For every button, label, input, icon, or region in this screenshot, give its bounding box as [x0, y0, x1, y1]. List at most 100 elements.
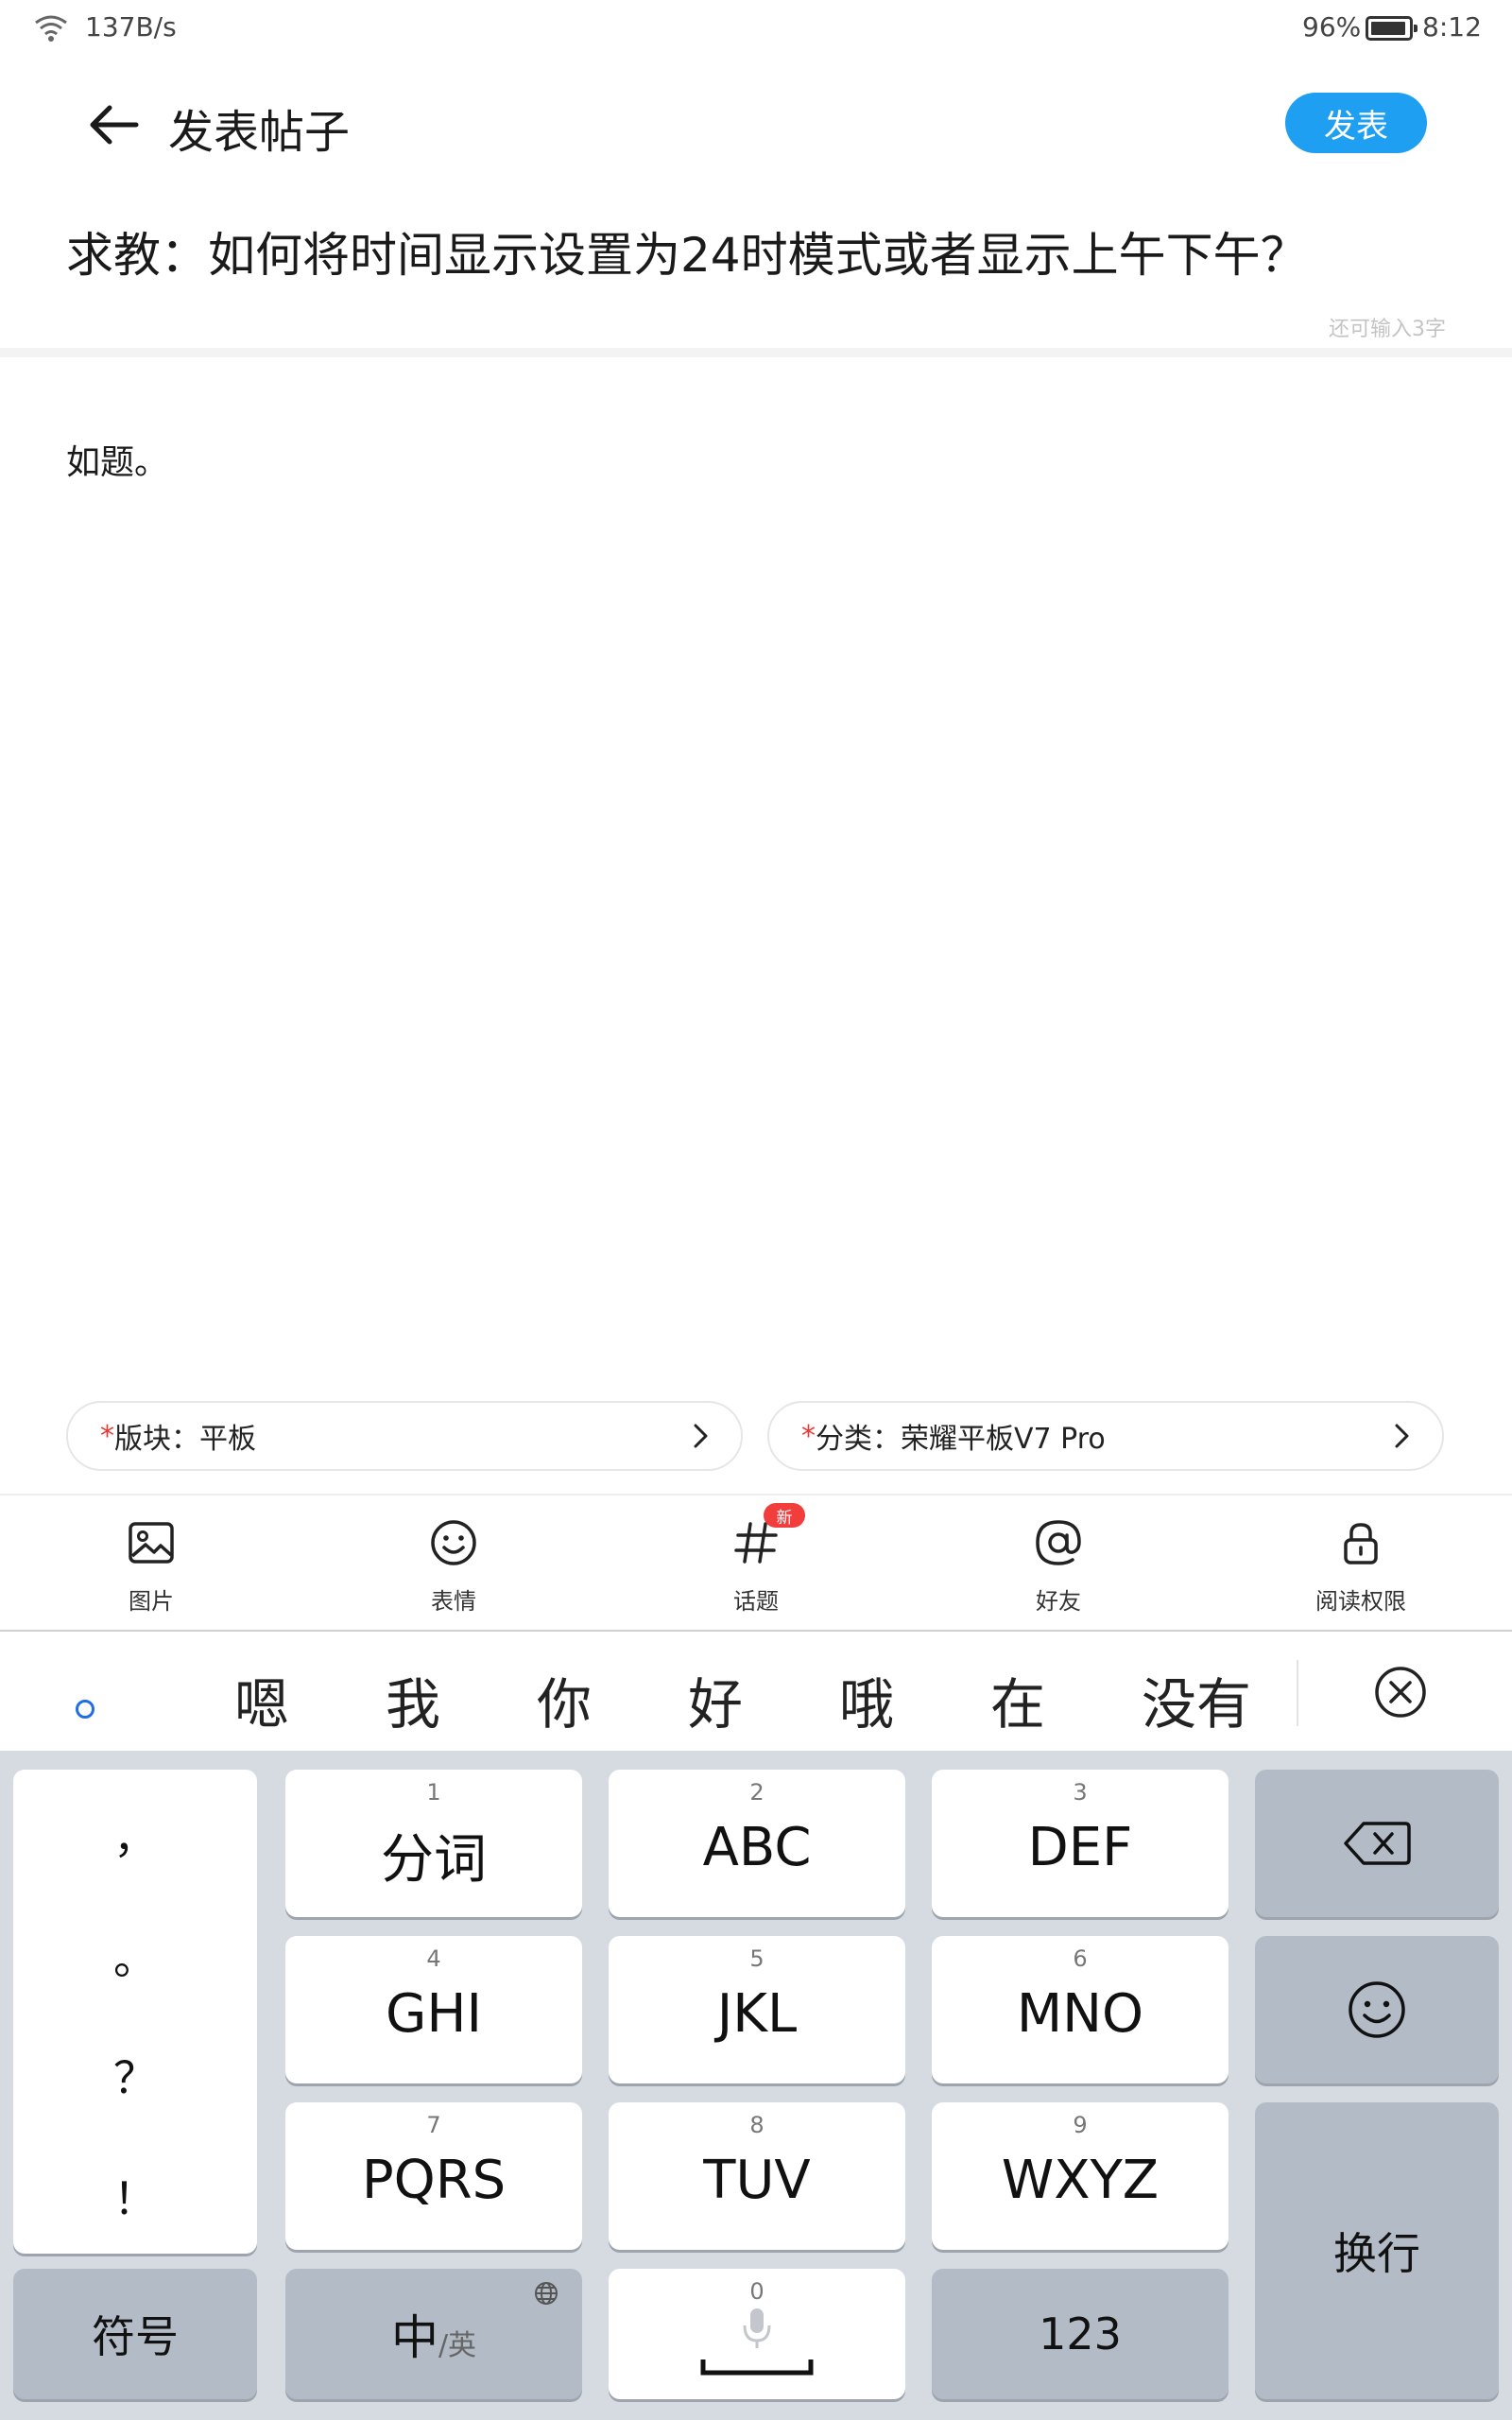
key-number: 7 — [426, 2112, 441, 2138]
post-body-input[interactable]: 如题。 — [66, 435, 168, 484]
back-button[interactable] — [76, 87, 151, 163]
punctuation-question-key[interactable]: ？ — [13, 2044, 257, 2106]
number-mode-label: 123 — [1039, 2308, 1122, 2360]
board-selector[interactable]: * 版块：平板 — [66, 1401, 743, 1471]
lock-icon — [1344, 1523, 1378, 1564]
candidate-word[interactable]: 没有 — [1142, 1660, 1251, 1739]
candidate-word[interactable]: 嗯 — [234, 1660, 289, 1739]
smiley-icon — [431, 1520, 476, 1565]
key-number: 8 — [749, 2112, 765, 2138]
key-label: GHI — [385, 1983, 483, 2045]
key-number: 3 — [1073, 1779, 1088, 1806]
key-number: 0 — [749, 2278, 765, 2305]
symbol-key[interactable]: 符号 — [13, 2269, 257, 2399]
space-key[interactable]: 0 — [609, 2269, 905, 2399]
microphone-icon — [743, 2308, 771, 2348]
key-7[interactable]: 7 PQRS — [285, 2102, 582, 2250]
toolbar-label: 好友 — [1036, 1588, 1081, 1615]
post-title-input[interactable]: 求教：如何将时间显示设置为24时模式或者显示上午下午？ — [66, 217, 1308, 285]
key-label: WXYZ — [1001, 2150, 1160, 2211]
key-label: JKL — [716, 1983, 798, 2045]
key-1[interactable]: 1 分词 — [285, 1770, 582, 1917]
ime-dot-icon[interactable] — [76, 1700, 94, 1719]
wifi-icon — [35, 15, 67, 42]
required-marker: * — [100, 1419, 114, 1453]
board-selector-label: 版块：平板 — [114, 1423, 256, 1456]
candidate-word[interactable]: 哦 — [839, 1660, 894, 1739]
candidate-word[interactable]: 在 — [990, 1660, 1045, 1739]
enter-key[interactable]: 换行 — [1255, 2102, 1499, 2399]
key-3[interactable]: 3 DEF — [932, 1770, 1228, 1917]
key-label: ABC — [702, 1817, 812, 1878]
key-label: DEF — [1027, 1817, 1133, 1878]
toolbar-image-button[interactable]: 图片 — [76, 1495, 227, 1630]
smiley-icon — [1349, 1981, 1405, 2038]
lang-main-label: 中 — [390, 2310, 438, 2365]
key-8[interactable]: 8 TUV — [609, 2102, 905, 2250]
key-number: 5 — [749, 1945, 765, 1972]
language-switch-key[interactable]: 中 /英 — [285, 2269, 582, 2399]
key-label: PQRS — [361, 2150, 507, 2211]
category-selector[interactable]: * 分类：荣耀平板V7 Pro — [767, 1401, 1444, 1471]
toolbar-label: 表情 — [431, 1588, 476, 1615]
char-remaining-count: 还可输入3字 — [1329, 318, 1446, 341]
key-5[interactable]: 5 JKL — [609, 1936, 905, 2083]
enter-key-label: 换行 — [1333, 2228, 1420, 2279]
battery-icon — [1366, 16, 1418, 41]
punctuation-comma-key[interactable]: ， — [13, 1804, 257, 1866]
space-bar-icon — [700, 2360, 814, 2376]
key-9[interactable]: 9 WXYZ — [932, 2102, 1228, 2250]
lang-alt-label: /英 — [438, 2329, 477, 2362]
symbol-key-label: 符号 — [92, 2311, 179, 2362]
key-number: 2 — [749, 1779, 765, 1806]
close-candidates-icon[interactable] — [1372, 1664, 1429, 1720]
toolbar-read-permission-button[interactable]: 阅读权限 — [1285, 1495, 1436, 1630]
toolbar-label: 阅读权限 — [1315, 1588, 1406, 1615]
keyboard: ， 。 ？ ！ 1 分词 2 ABC 3 DEF 4 GHI 5 JKL 6 M… — [0, 1751, 1512, 2420]
key-label: 分词 — [381, 1829, 487, 1891]
candidate-word[interactable]: 我 — [386, 1660, 440, 1739]
backspace-key[interactable] — [1255, 1770, 1499, 1917]
key-number: 6 — [1073, 1945, 1088, 1972]
candidate-word[interactable]: 你 — [537, 1660, 592, 1739]
key-4[interactable]: 4 GHI — [285, 1936, 582, 2083]
clock: 8:12 — [1422, 11, 1482, 43]
key-number: 9 — [1073, 2112, 1088, 2138]
ime-candidate-bar: 嗯 我 你 好 哦 在 没有 — [0, 1632, 1512, 1751]
category-selector-label: 分类：荣耀平板V7 Pro — [816, 1423, 1106, 1456]
toolbar-emoji-button[interactable]: 表情 — [378, 1495, 529, 1630]
number-mode-key[interactable]: 123 — [932, 2269, 1228, 2399]
key-number: 4 — [426, 1945, 441, 1972]
page-title: 发表帖子 — [168, 106, 351, 159]
divider — [1297, 1660, 1298, 1726]
candidate-word[interactable]: 好 — [688, 1660, 743, 1739]
backspace-icon — [1344, 1822, 1411, 1865]
emoji-key[interactable] — [1255, 1936, 1499, 2083]
key-6[interactable]: 6 MNO — [932, 1936, 1228, 2083]
at-icon — [1036, 1520, 1081, 1565]
image-icon — [129, 1522, 174, 1564]
key-number: 1 — [426, 1779, 441, 1806]
toolbar-label: 图片 — [129, 1588, 174, 1615]
toolbar-topic-button[interactable]: 新 话题 — [680, 1495, 832, 1630]
key-label: MNO — [1016, 1983, 1144, 2045]
punctuation-period-key[interactable]: 。 — [13, 1925, 257, 1987]
key-2[interactable]: 2 ABC — [609, 1770, 905, 1917]
chevron-right-icon — [1395, 1424, 1409, 1448]
network-speed: 137B/s — [85, 11, 177, 43]
key-label: TUV — [703, 2150, 811, 2211]
divider — [0, 348, 1512, 357]
required-marker: * — [801, 1419, 816, 1453]
publish-button[interactable]: 发表 — [1285, 93, 1427, 153]
punctuation-exclaim-key[interactable]: ！ — [13, 2165, 257, 2227]
punctuation-column[interactable]: ， 。 ？ ！ — [13, 1770, 257, 2254]
chevron-right-icon — [694, 1424, 708, 1448]
editor-toolbar: 图片 表情 新 话题 好友 阅读权限 — [0, 1495, 1512, 1630]
toolbar-mention-button[interactable]: 好友 — [983, 1495, 1134, 1630]
globe-icon — [535, 2282, 558, 2305]
toolbar-label: 话题 — [733, 1588, 779, 1615]
status-bar: 137B/s 96% 8:12 — [0, 0, 1512, 59]
back-arrow-icon — [90, 105, 139, 145]
battery-percentage: 96% — [1302, 11, 1362, 43]
new-badge: 新 — [764, 1503, 805, 1528]
